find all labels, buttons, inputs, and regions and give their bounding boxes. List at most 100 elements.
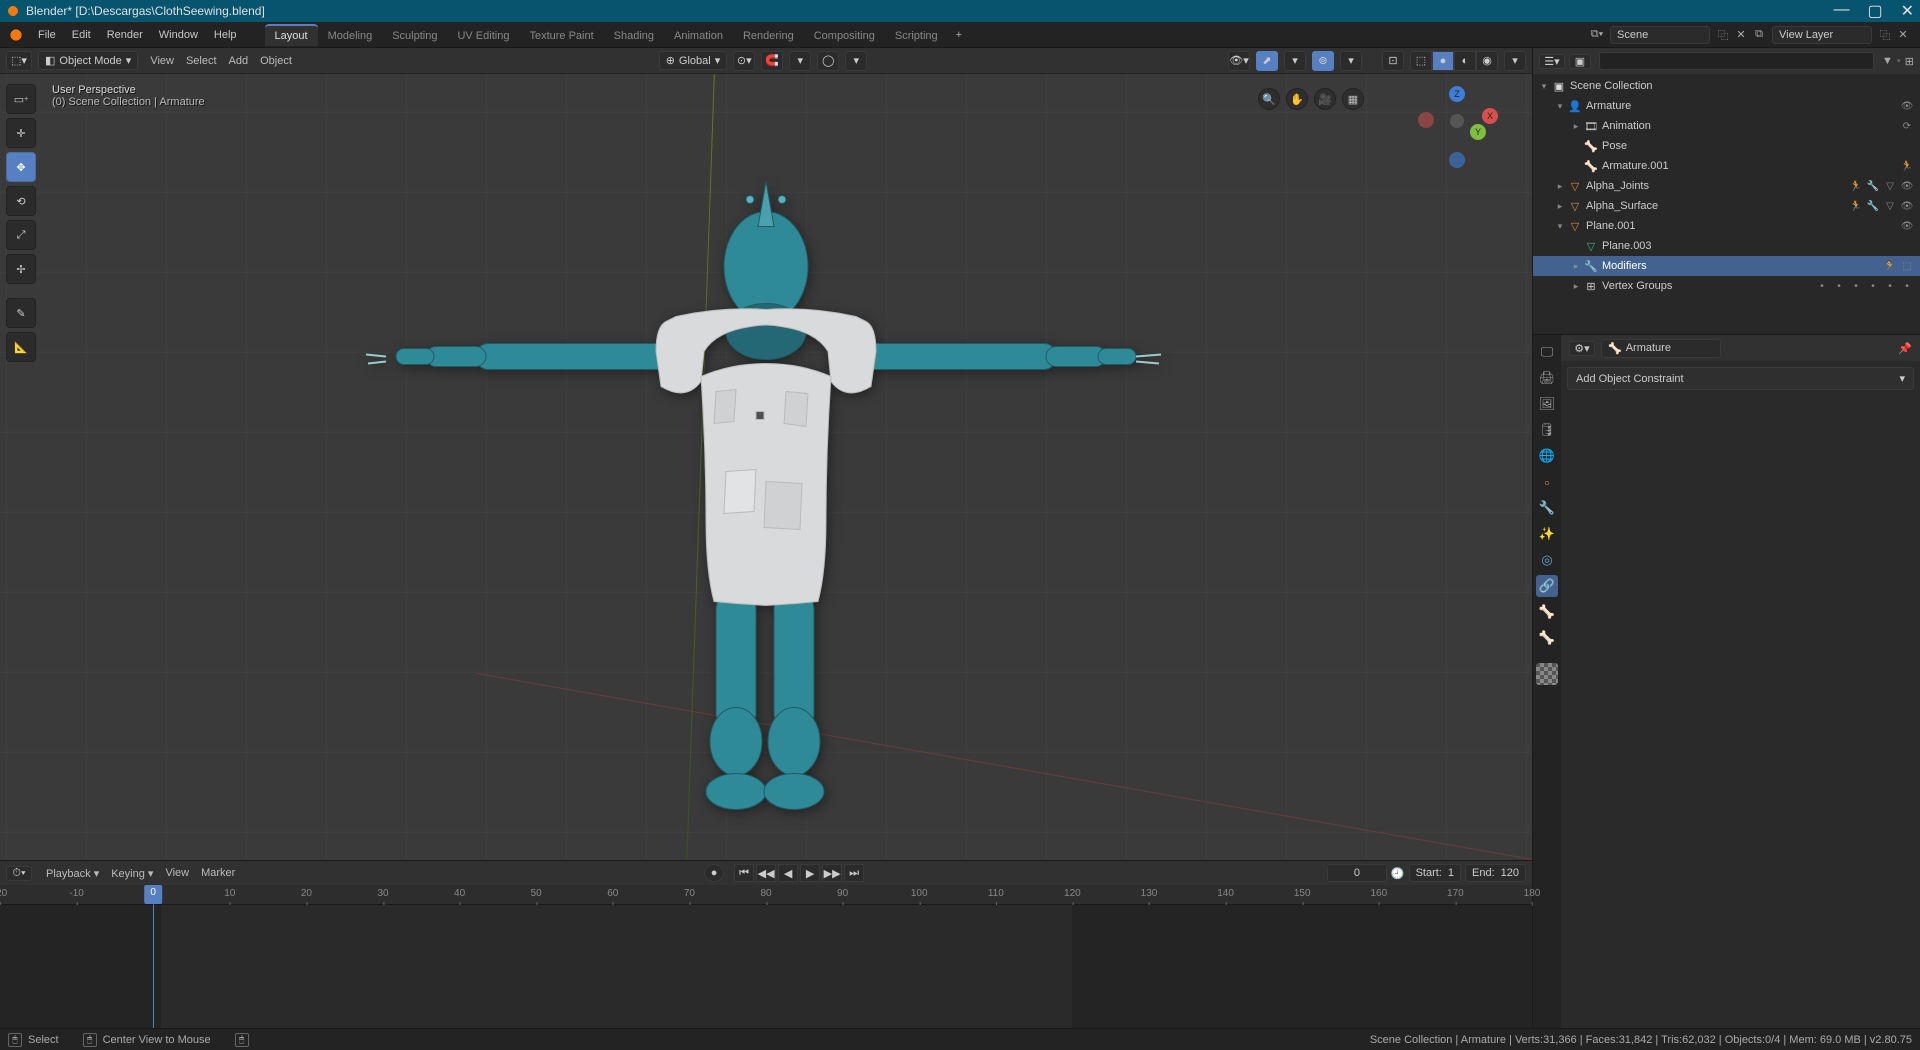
rendered-shading[interactable]: ◉ — [1476, 51, 1498, 71]
disclose-icon[interactable]: ▾ — [1553, 221, 1567, 232]
outliner-row-vertex-groups[interactable]: ▸⊞Vertex Groups•••••• — [1533, 276, 1920, 296]
scale-tool[interactable]: ⤢ — [6, 220, 36, 250]
workspace-tab-layout[interactable]: Layout — [265, 24, 318, 46]
lookdev-shading[interactable]: ◐ — [1454, 51, 1476, 71]
toggle-icon[interactable]: • — [1849, 281, 1863, 292]
outliner-row-armature[interactable]: ▾👤Armature👁 — [1533, 96, 1920, 116]
disclose-icon[interactable]: ▾ — [1537, 81, 1551, 92]
disclose-icon[interactable]: ▸ — [1553, 201, 1567, 212]
cursor-tool[interactable]: ✛ — [6, 118, 36, 148]
scene-name-field[interactable]: Scene — [1610, 26, 1710, 44]
xray-toggle[interactable]: ⊡ — [1382, 51, 1404, 71]
menu-render[interactable]: Render — [99, 29, 151, 41]
move-tool[interactable]: ✥ — [6, 152, 36, 182]
add-constraint-button[interactable]: Add Object Constraint ▾ — [1567, 367, 1914, 390]
close-button[interactable]: ✕ — [1901, 1, 1914, 21]
menu-file[interactable]: File — [30, 29, 64, 41]
workspace-tab-animation[interactable]: Animation — [664, 24, 733, 46]
transform-tool[interactable]: ✢ — [6, 254, 36, 284]
workspace-tab-compositing[interactable]: Compositing — [804, 24, 885, 46]
minimize-button[interactable]: — — [1833, 1, 1849, 21]
workspace-tab-uv-editing[interactable]: UV Editing — [447, 24, 519, 46]
snap-toggle[interactable]: 🧲 — [761, 51, 783, 71]
snap-options[interactable]: ▾ — [789, 51, 811, 71]
pivot-button[interactable]: ⊙▾ — [733, 51, 755, 71]
workspace-tab-texture-paint[interactable]: Texture Paint — [519, 24, 603, 46]
timeline-body[interactable] — [0, 905, 1532, 1028]
view-layer-field[interactable]: View Layer — [1772, 26, 1872, 44]
properties-breadcrumb[interactable]: 🦴 Armature — [1601, 339, 1721, 358]
scene-new-icon[interactable]: ⿻ — [1714, 26, 1732, 44]
gizmo-options[interactable]: ▾ — [1284, 51, 1306, 71]
zoom-button[interactable]: 🔍 — [1258, 88, 1280, 110]
timeline-ruler[interactable]: -20-100102030405060708090100110120130140… — [0, 885, 1532, 905]
toggle-icon[interactable]: • — [1866, 281, 1880, 292]
tab-physics[interactable]: ◎ — [1536, 549, 1558, 571]
tab-view-layer[interactable]: 🖼 — [1536, 393, 1558, 415]
play-button[interactable]: ▶ — [800, 864, 820, 882]
outliner-row-modifiers[interactable]: ▸🔧Modifiers🏃⬚ — [1533, 256, 1920, 276]
gizmo-y-axis[interactable]: Y — [1470, 124, 1486, 140]
toggle-icon[interactable]: ▽ — [1883, 201, 1897, 212]
proportional-options[interactable]: ▾ — [845, 51, 867, 71]
toggle-icon[interactable]: 👁 — [1900, 101, 1914, 112]
playhead-line[interactable] — [153, 905, 154, 1028]
gizmo-z-axis[interactable]: Z — [1449, 86, 1465, 102]
viewport-menu-object[interactable]: Object — [254, 55, 298, 67]
filter-icon[interactable]: ▼ — [1882, 55, 1893, 67]
outliner-search[interactable] — [1599, 52, 1874, 70]
toggle-icon[interactable]: ▽ — [1883, 181, 1897, 192]
toggle-icon[interactable]: • — [1900, 281, 1914, 292]
overlay-options[interactable]: ▾ — [1340, 51, 1362, 71]
outliner-row-armature-001[interactable]: 🦴Armature.001🏃 — [1533, 156, 1920, 176]
toggle-icon[interactable]: 🏃 — [1900, 161, 1914, 172]
scene-delete-icon[interactable]: ✕ — [1732, 26, 1750, 44]
pin-icon[interactable]: 📌 — [1898, 342, 1912, 355]
jump-start-button[interactable]: ⏮ — [734, 864, 754, 882]
scene-browse-icon[interactable]: ⧉▾ — [1588, 26, 1606, 44]
perspective-toggle[interactable]: ▦ — [1342, 88, 1364, 110]
camera-view-button[interactable]: 🎥 — [1314, 88, 1336, 110]
toggle-icon[interactable]: 🔧 — [1866, 181, 1880, 192]
gizmo-toggle[interactable]: ⬈ — [1256, 51, 1278, 71]
orientation-selector[interactable]: ⊕ Global ▾ — [659, 51, 728, 70]
tab-render[interactable]: 🖵 — [1536, 341, 1558, 363]
viewport-menu-select[interactable]: Select — [180, 55, 223, 67]
toggle-icon[interactable]: 🏃 — [1883, 261, 1897, 272]
outliner-row-scene-collection[interactable]: ▾ ▣ Scene Collection — [1533, 76, 1920, 96]
end-frame-field[interactable]: End: 120 — [1465, 864, 1526, 882]
toggle-icon[interactable]: 👁 — [1900, 221, 1914, 232]
tab-output[interactable]: 🖨 — [1536, 367, 1558, 389]
toggle-icon[interactable]: ⬚ — [1900, 261, 1914, 272]
outliner-row-alpha-surface[interactable]: ▸▽Alpha_Surface🏃🔧▽👁 — [1533, 196, 1920, 216]
mode-selector[interactable]: ◧ Object Mode ▾ — [38, 51, 138, 70]
timeline-editor-type[interactable]: ⏱▾ — [6, 866, 32, 881]
workspace-tab-shading[interactable]: Shading — [604, 24, 664, 46]
outliner-row-animation[interactable]: ▸🎞Animation⟳ — [1533, 116, 1920, 136]
start-frame-field[interactable]: Start: 1 — [1409, 864, 1461, 882]
disclose-icon[interactable]: ▸ — [1553, 181, 1567, 192]
tab-bone[interactable]: 🦴 — [1536, 627, 1558, 649]
disclose-icon[interactable]: ▸ — [1569, 281, 1583, 292]
select-tool[interactable]: ▭+ — [6, 84, 36, 114]
outliner-row-alpha-joints[interactable]: ▸▽Alpha_Joints🏃🔧▽👁 — [1533, 176, 1920, 196]
maximize-button[interactable]: ▢ — [1867, 1, 1882, 21]
editor-type-button[interactable]: ⬚▾ — [6, 51, 32, 71]
armature-character[interactable] — [356, 151, 1176, 814]
outliner-row-plane-001[interactable]: ▾▽Plane.001👁 — [1533, 216, 1920, 236]
tab-object[interactable]: ▫ — [1536, 471, 1558, 493]
timeline-menu-marker[interactable]: Marker — [195, 867, 241, 880]
outliner-row-pose[interactable]: 🦴Pose — [1533, 136, 1920, 156]
tab-constraints[interactable]: 🔗 — [1536, 575, 1558, 597]
disclose-icon[interactable]: ▸ — [1569, 261, 1583, 272]
tab-world[interactable]: 🌐 — [1536, 445, 1558, 467]
measure-tool[interactable]: 📐 — [6, 332, 36, 362]
layer-new-icon[interactable]: ⿻ — [1876, 26, 1894, 44]
gizmo-neg-x[interactable] — [1418, 112, 1434, 128]
workspace-tab-rendering[interactable]: Rendering — [733, 24, 804, 46]
auto-keying-toggle[interactable]: ● — [704, 864, 724, 882]
toggle-icon[interactable]: 🏃 — [1849, 201, 1863, 212]
current-frame-field[interactable]: 0 — [1327, 864, 1387, 882]
tab-modifiers[interactable]: 🔧 — [1536, 497, 1558, 519]
properties-type-button[interactable]: ⚙▾ — [1569, 341, 1595, 356]
